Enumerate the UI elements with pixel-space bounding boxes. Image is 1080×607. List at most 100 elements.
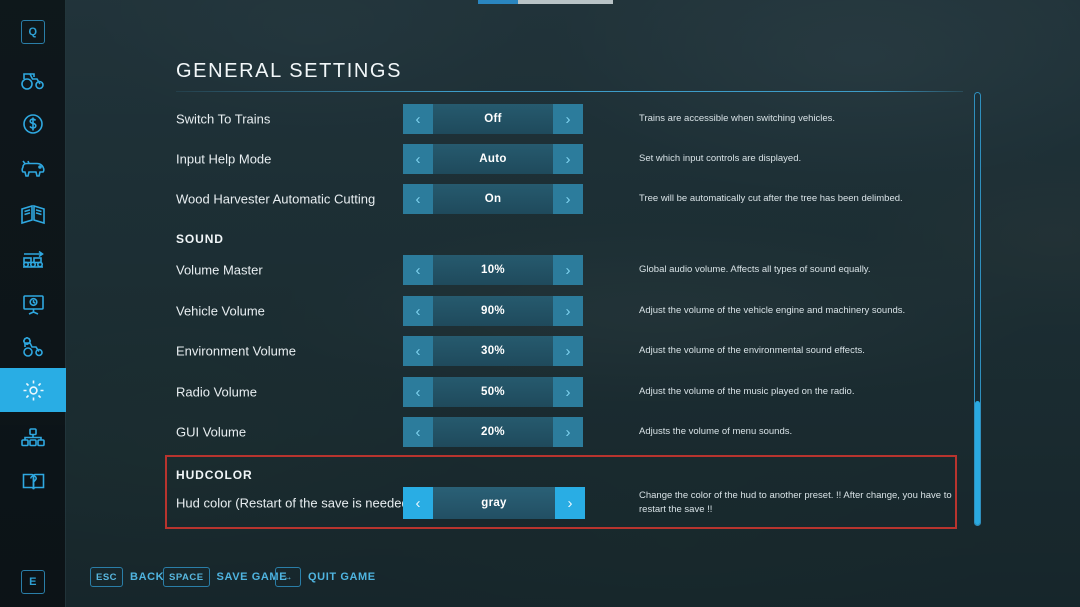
key-badge: ESC	[90, 567, 124, 587]
option-value: 90%	[433, 296, 553, 326]
option-selector[interactable]: ‹ 20% ›	[403, 417, 583, 447]
title-divider	[176, 91, 963, 92]
chevron-right-icon[interactable]: ›	[553, 184, 583, 214]
sidebar: QE	[0, 0, 66, 607]
option-selector[interactable]: ‹ On ›	[403, 184, 583, 214]
section-label: HUDCOLOR	[176, 468, 253, 482]
option-selector[interactable]: ‹ 50% ›	[403, 377, 583, 407]
chevron-right-icon[interactable]: ›	[553, 377, 583, 407]
conveyor-icon	[20, 249, 46, 271]
option-value: gray	[433, 487, 555, 519]
footer-hint-back[interactable]: ESC BACK	[90, 567, 164, 587]
dollar-coin-icon	[21, 112, 45, 136]
key-badge: ↔	[275, 567, 301, 587]
sidebar-item-key-badge-q[interactable]: Q	[0, 10, 66, 54]
scrollbar-track[interactable]	[974, 92, 981, 526]
setting-label: Volume Master	[176, 262, 263, 278]
settings-row: Wood Harvester Automatic Cutting ‹ On › Tree…	[176, 179, 966, 219]
section-label: SOUND	[176, 232, 224, 246]
network-nodes-icon	[20, 427, 46, 448]
setting-description: Change the color of the hud to another p…	[639, 490, 952, 515]
sidebar-item-contracts[interactable]	[0, 192, 66, 236]
sidebar-item-animals[interactable]	[0, 147, 66, 191]
setting-description: Tree will be automatically cut after the…	[639, 193, 903, 205]
option-selector[interactable]: ‹ 30% ›	[403, 336, 583, 366]
tractor-icon	[20, 69, 46, 91]
sidebar-key-badge-q: Q	[21, 20, 45, 44]
settings-row: Hud color (Restart of the save is needed…	[176, 483, 966, 523]
chevron-left-icon[interactable]: ‹	[403, 144, 433, 174]
settings-row: Vehicle Volume ‹ 90% › Adjust the volume of …	[176, 291, 966, 331]
sidebar-item-finances[interactable]	[0, 102, 66, 146]
key-badge: SPACE	[163, 567, 210, 587]
cow-icon	[20, 159, 47, 179]
setting-label: Switch To Trains	[176, 111, 271, 127]
setting-label: Radio Volume	[176, 384, 257, 400]
option-value: 50%	[433, 377, 553, 407]
settings-row: Switch To Trains ‹ Off › Trains are accessib…	[176, 99, 966, 139]
option-value: Off	[433, 104, 553, 134]
gear-tractor-icon	[20, 336, 47, 358]
setting-description: Adjust the volume of the environmental s…	[639, 345, 865, 357]
sidebar-item-vehicles[interactable]	[0, 58, 66, 102]
option-selector[interactable]: ‹ Off ›	[403, 104, 583, 134]
chevron-left-icon[interactable]: ‹	[403, 336, 433, 366]
hint-label: QUIT GAME	[308, 571, 376, 583]
chevron-right-icon[interactable]: ›	[553, 104, 583, 134]
page-title: GENERAL SETTINGS	[176, 60, 403, 82]
hint-label: BACK	[130, 571, 165, 583]
sidebar-item-help[interactable]	[0, 460, 66, 504]
setting-description: Adjusts the volume of menu sounds.	[639, 426, 793, 438]
setting-label: Wood Harvester Automatic Cutting	[176, 191, 376, 207]
footer-hints: ESC BACK SPACE SAVE GAME ↔ QUIT GAME	[0, 559, 1080, 607]
option-value: Auto	[433, 144, 553, 174]
footer-hint-save-game[interactable]: SPACE SAVE GAME	[163, 567, 287, 587]
footer-hint-quit-game[interactable]: ↔ QUIT GAME	[275, 567, 376, 587]
setting-label: Hud color (Restart of the save is needed…	[176, 495, 424, 511]
settings-row: Volume Master ‹ 10% › Global audio volume. A…	[176, 250, 966, 290]
setting-label: Vehicle Volume	[176, 303, 265, 319]
option-selector[interactable]: ‹ 10% ›	[403, 255, 583, 285]
chevron-right-icon[interactable]: ›	[553, 296, 583, 326]
chevron-left-icon[interactable]: ‹	[403, 104, 433, 134]
settings-row: Environment Volume ‹ 30% › Adjust the volume…	[176, 331, 966, 371]
chevron-left-icon[interactable]: ‹	[403, 255, 433, 285]
chevron-right-icon[interactable]: ›	[553, 255, 583, 285]
chevron-right-icon[interactable]: ›	[553, 336, 583, 366]
scrollbar-thumb[interactable]	[975, 401, 980, 525]
documents-icon	[20, 203, 46, 225]
settings-row: GUI Volume ‹ 20% › Adjusts the volume of men…	[176, 412, 966, 452]
chevron-right-icon[interactable]: ›	[555, 487, 585, 519]
settings-row: Input Help Mode ‹ Auto › Set which input con…	[176, 139, 966, 179]
sidebar-item-vehicle-config[interactable]	[0, 325, 66, 369]
sidebar-item-general-settings[interactable]	[0, 368, 66, 412]
chevron-left-icon[interactable]: ‹	[403, 417, 433, 447]
top-progress-bar	[478, 0, 613, 4]
option-value: 30%	[433, 336, 553, 366]
chevron-right-icon[interactable]: ›	[553, 144, 583, 174]
option-value: 20%	[433, 417, 553, 447]
chevron-right-icon[interactable]: ›	[553, 417, 583, 447]
settings-row: Radio Volume ‹ 50% › Adjust the volume of th…	[176, 372, 966, 412]
setting-label: Input Help Mode	[176, 151, 272, 167]
chevron-left-icon[interactable]: ‹	[403, 296, 433, 326]
option-selector[interactable]: ‹ gray ›	[403, 487, 585, 519]
sidebar-item-statistics[interactable]	[0, 282, 66, 326]
sidebar-item-multiplayer[interactable]	[0, 415, 66, 459]
option-selector[interactable]: ‹ Auto ›	[403, 144, 583, 174]
chevron-left-icon[interactable]: ‹	[403, 487, 433, 519]
setting-description: Adjust the volume of the vehicle engine …	[639, 305, 906, 317]
gear-icon	[21, 378, 46, 403]
book-question-icon	[21, 471, 46, 493]
setting-description: Set which input controls are displayed.	[639, 153, 802, 165]
setting-description: Adjust the volume of the music played on…	[639, 386, 855, 398]
setting-description: Global audio volume. Affects all types o…	[639, 264, 871, 276]
chevron-left-icon[interactable]: ‹	[403, 377, 433, 407]
sidebar-item-production[interactable]	[0, 238, 66, 282]
top-progress-fill	[478, 0, 518, 4]
chevron-left-icon[interactable]: ‹	[403, 184, 433, 214]
presentation-board-icon	[21, 293, 46, 316]
option-selector[interactable]: ‹ 90% ›	[403, 296, 583, 326]
setting-label: Environment Volume	[176, 343, 296, 359]
option-value: 10%	[433, 255, 553, 285]
